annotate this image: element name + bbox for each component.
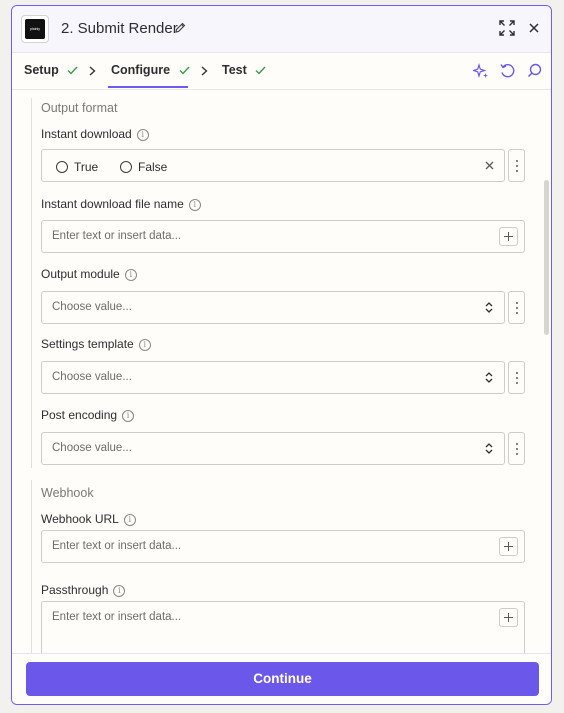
chevron-right-icon bbox=[201, 66, 208, 76]
passthrough-label-text: Passthrough bbox=[41, 583, 109, 597]
select-placeholder: Choose value... bbox=[52, 442, 132, 454]
instant-download-label-text: Instant download bbox=[41, 127, 132, 141]
select-placeholder: Choose value... bbox=[52, 371, 132, 383]
section-title-output-format: Output format bbox=[41, 101, 118, 115]
webhook-url-input[interactable]: Enter text or insert data... bbox=[41, 530, 525, 563]
chevron-right-icon bbox=[89, 66, 96, 76]
radio-true-label: True bbox=[74, 160, 99, 174]
instant-download-file-name-label: Instant download file name i bbox=[41, 197, 201, 211]
kebab-icon[interactable] bbox=[508, 432, 525, 465]
updown-icon bbox=[485, 302, 493, 313]
panel-header: plainly 2. Submit Render bbox=[12, 6, 551, 53]
expand-icon[interactable] bbox=[499, 20, 515, 36]
post-encoding-label: Post encoding i bbox=[41, 408, 135, 422]
ai-sparkle-icon[interactable] bbox=[473, 63, 489, 79]
step-title: 2. Submit Render bbox=[61, 20, 178, 37]
settings-template-label: Settings template i bbox=[41, 337, 151, 351]
tab-test[interactable]: Test bbox=[222, 63, 266, 77]
app-logo-text: plainly bbox=[25, 19, 45, 39]
info-icon[interactable]: i bbox=[136, 128, 149, 141]
textarea-placeholder: Enter text or insert data... bbox=[52, 611, 182, 623]
section-divider bbox=[31, 98, 32, 468]
info-icon[interactable]: i bbox=[113, 584, 126, 597]
instant-download-label: Instant download i bbox=[41, 127, 149, 141]
check-icon bbox=[67, 66, 78, 75]
post-encoding-select[interactable]: Choose value... bbox=[41, 432, 505, 465]
form-content: Output format Instant download i True Fal… bbox=[12, 90, 551, 653]
instant-download-radio-group: True False bbox=[41, 149, 505, 182]
info-icon[interactable]: i bbox=[138, 338, 151, 351]
app-logo: plainly bbox=[21, 15, 49, 43]
step-panel: plainly 2. Submit Render Setup Configure bbox=[11, 5, 552, 705]
input-placeholder: Enter text or insert data... bbox=[52, 230, 182, 242]
settings-template-label-text: Settings template bbox=[41, 337, 134, 351]
webhook-url-label: Webhook URL i bbox=[41, 512, 136, 526]
plus-icon[interactable] bbox=[499, 608, 518, 627]
input-placeholder: Enter text or insert data... bbox=[52, 540, 182, 552]
updown-icon bbox=[485, 443, 493, 454]
passthrough-textarea[interactable]: Enter text or insert data... bbox=[41, 601, 525, 653]
info-icon[interactable]: i bbox=[123, 513, 136, 526]
tab-test-label: Test bbox=[222, 63, 247, 77]
kebab-icon[interactable] bbox=[508, 291, 525, 324]
radio-true-circle[interactable] bbox=[56, 160, 68, 173]
radio-false-label: False bbox=[138, 160, 168, 174]
continue-button[interactable]: Continue bbox=[26, 662, 539, 696]
instant-download-file-name-input[interactable]: Enter text or insert data... bbox=[41, 220, 525, 253]
kebab-icon[interactable] bbox=[508, 361, 525, 394]
step-tabs: Setup Configure Test bbox=[12, 53, 551, 90]
updown-icon bbox=[485, 372, 493, 383]
check-icon bbox=[179, 66, 190, 75]
instant-download-file-name-label-text: Instant download file name bbox=[41, 197, 184, 211]
kebab-icon[interactable] bbox=[508, 149, 525, 182]
info-icon[interactable]: i bbox=[122, 409, 135, 422]
post-encoding-label-text: Post encoding bbox=[41, 408, 118, 422]
scrollbar[interactable] bbox=[544, 180, 549, 335]
check-icon bbox=[255, 66, 266, 75]
radio-false-circle[interactable] bbox=[120, 160, 132, 173]
close-icon[interactable] bbox=[528, 22, 540, 34]
output-module-label-text: Output module bbox=[41, 267, 120, 281]
passthrough-label: Passthrough i bbox=[41, 583, 126, 597]
radio-false[interactable]: False bbox=[120, 160, 167, 174]
tab-configure-label: Configure bbox=[111, 63, 171, 77]
plus-icon[interactable] bbox=[499, 537, 518, 556]
active-tab-indicator bbox=[108, 86, 188, 88]
output-module-label: Output module i bbox=[41, 267, 137, 281]
tab-setup[interactable]: Setup bbox=[24, 63, 78, 77]
output-module-select[interactable]: Choose value... bbox=[41, 291, 505, 324]
radio-true[interactable]: True bbox=[56, 160, 98, 174]
tab-setup-label: Setup bbox=[24, 63, 59, 77]
panel-footer: Continue bbox=[12, 653, 551, 704]
settings-template-select[interactable]: Choose value... bbox=[41, 361, 505, 394]
plus-icon[interactable] bbox=[499, 227, 518, 246]
edit-icon[interactable] bbox=[174, 22, 186, 34]
webhook-url-label-text: Webhook URL bbox=[41, 512, 119, 526]
info-icon[interactable]: i bbox=[124, 268, 137, 281]
tab-configure[interactable]: Configure bbox=[111, 63, 190, 77]
undo-icon[interactable] bbox=[500, 63, 515, 79]
search-icon[interactable] bbox=[527, 63, 542, 78]
info-icon[interactable]: i bbox=[188, 198, 201, 211]
select-placeholder: Choose value... bbox=[52, 301, 132, 313]
section-title-webhook: Webhook bbox=[41, 486, 94, 500]
clear-icon[interactable] bbox=[485, 161, 494, 170]
section-divider bbox=[31, 480, 32, 653]
